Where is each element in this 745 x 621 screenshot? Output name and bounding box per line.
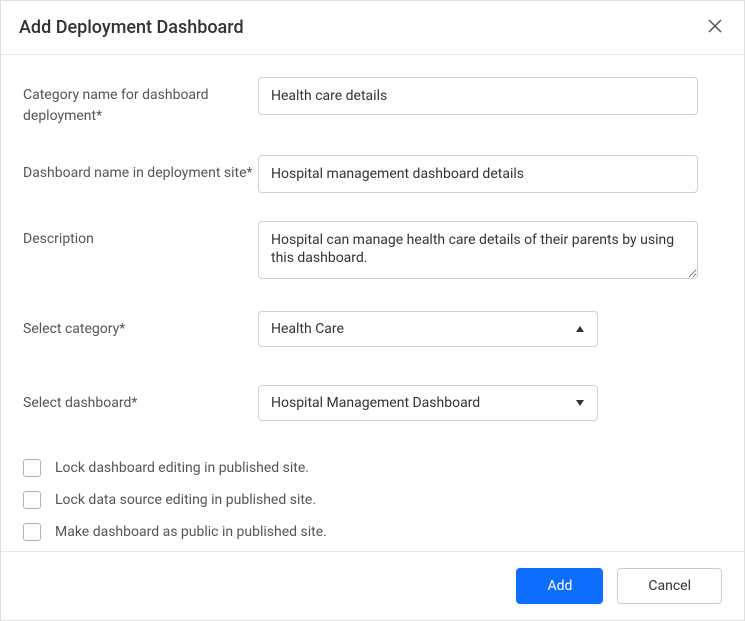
checkbox-group: Lock dashboard editing in published site…: [23, 459, 722, 541]
select-dashboard-label: Select dashboard*: [23, 385, 258, 414]
lock-dashboard-row: Lock dashboard editing in published site…: [23, 459, 722, 477]
dialog-footer: Add Cancel: [1, 551, 744, 620]
dashboard-name-input[interactable]: [258, 155, 698, 193]
add-button[interactable]: Add: [516, 568, 603, 604]
select-category-dropdown[interactable]: Health Care: [258, 311, 598, 347]
select-dashboard-value: Hospital Management Dashboard: [271, 395, 480, 411]
cancel-button[interactable]: Cancel: [617, 568, 722, 604]
select-category-row: Select category* Health Care: [23, 311, 722, 347]
category-name-wrap: [258, 77, 698, 115]
dialog-body: Category name for dashboard deployment* …: [1, 55, 744, 551]
description-label: Description: [23, 221, 258, 250]
caret-down-icon: [575, 398, 585, 408]
lock-datasource-label[interactable]: Lock data source editing in published si…: [55, 492, 316, 508]
description-textarea[interactable]: [258, 221, 698, 279]
lock-datasource-checkbox[interactable]: [23, 491, 41, 509]
close-button[interactable]: [704, 15, 726, 40]
category-name-input[interactable]: [258, 77, 698, 115]
dashboard-name-wrap: [258, 155, 698, 193]
lock-dashboard-checkbox[interactable]: [23, 459, 41, 477]
make-public-row: Make dashboard as public in published si…: [23, 523, 722, 541]
select-category-value: Health Care: [271, 321, 344, 337]
lock-datasource-row: Lock data source editing in published si…: [23, 491, 722, 509]
description-wrap: [258, 221, 698, 283]
add-deployment-dashboard-dialog: Add Deployment Dashboard Category name f…: [0, 0, 745, 621]
caret-up-icon: [575, 324, 585, 334]
make-public-label[interactable]: Make dashboard as public in published si…: [55, 524, 327, 540]
dashboard-name-label: Dashboard name in deployment site*: [23, 155, 258, 184]
description-row: Description: [23, 221, 722, 283]
select-category-wrap: Health Care: [258, 311, 698, 347]
dashboard-name-row: Dashboard name in deployment site*: [23, 155, 722, 193]
category-name-row: Category name for dashboard deployment*: [23, 77, 722, 127]
lock-dashboard-label[interactable]: Lock dashboard editing in published site…: [55, 460, 309, 476]
dialog-header: Add Deployment Dashboard: [1, 1, 744, 55]
select-category-label: Select category*: [23, 311, 258, 340]
select-dashboard-dropdown[interactable]: Hospital Management Dashboard: [258, 385, 598, 421]
dialog-title: Add Deployment Dashboard: [19, 17, 244, 38]
category-name-label: Category name for dashboard deployment*: [23, 77, 258, 127]
select-dashboard-wrap: Hospital Management Dashboard: [258, 385, 698, 421]
select-dashboard-row: Select dashboard* Hospital Management Da…: [23, 385, 722, 421]
close-icon: [708, 19, 722, 36]
make-public-checkbox[interactable]: [23, 523, 41, 541]
